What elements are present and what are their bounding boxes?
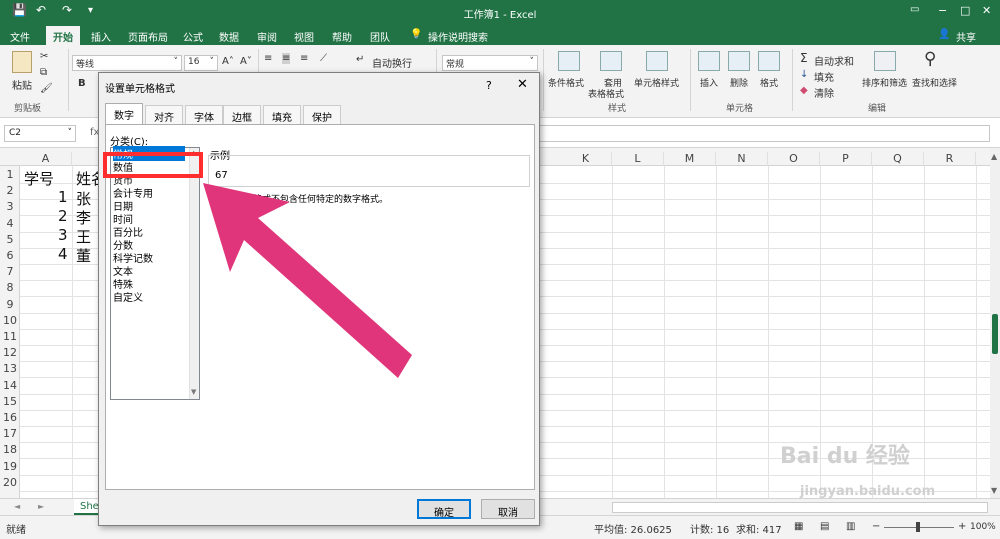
pink-arrow-icon	[203, 183, 412, 378]
excel-window: 💾 ↶ ↷ ▾ 工作簿1 - Excel ▭ − □ ✕ 文件 开始 插入 页面…	[0, 0, 1000, 539]
watermark-text: Bai du 经验	[780, 444, 910, 469]
watermark-url: jingyan.baidu.com	[800, 484, 936, 499]
